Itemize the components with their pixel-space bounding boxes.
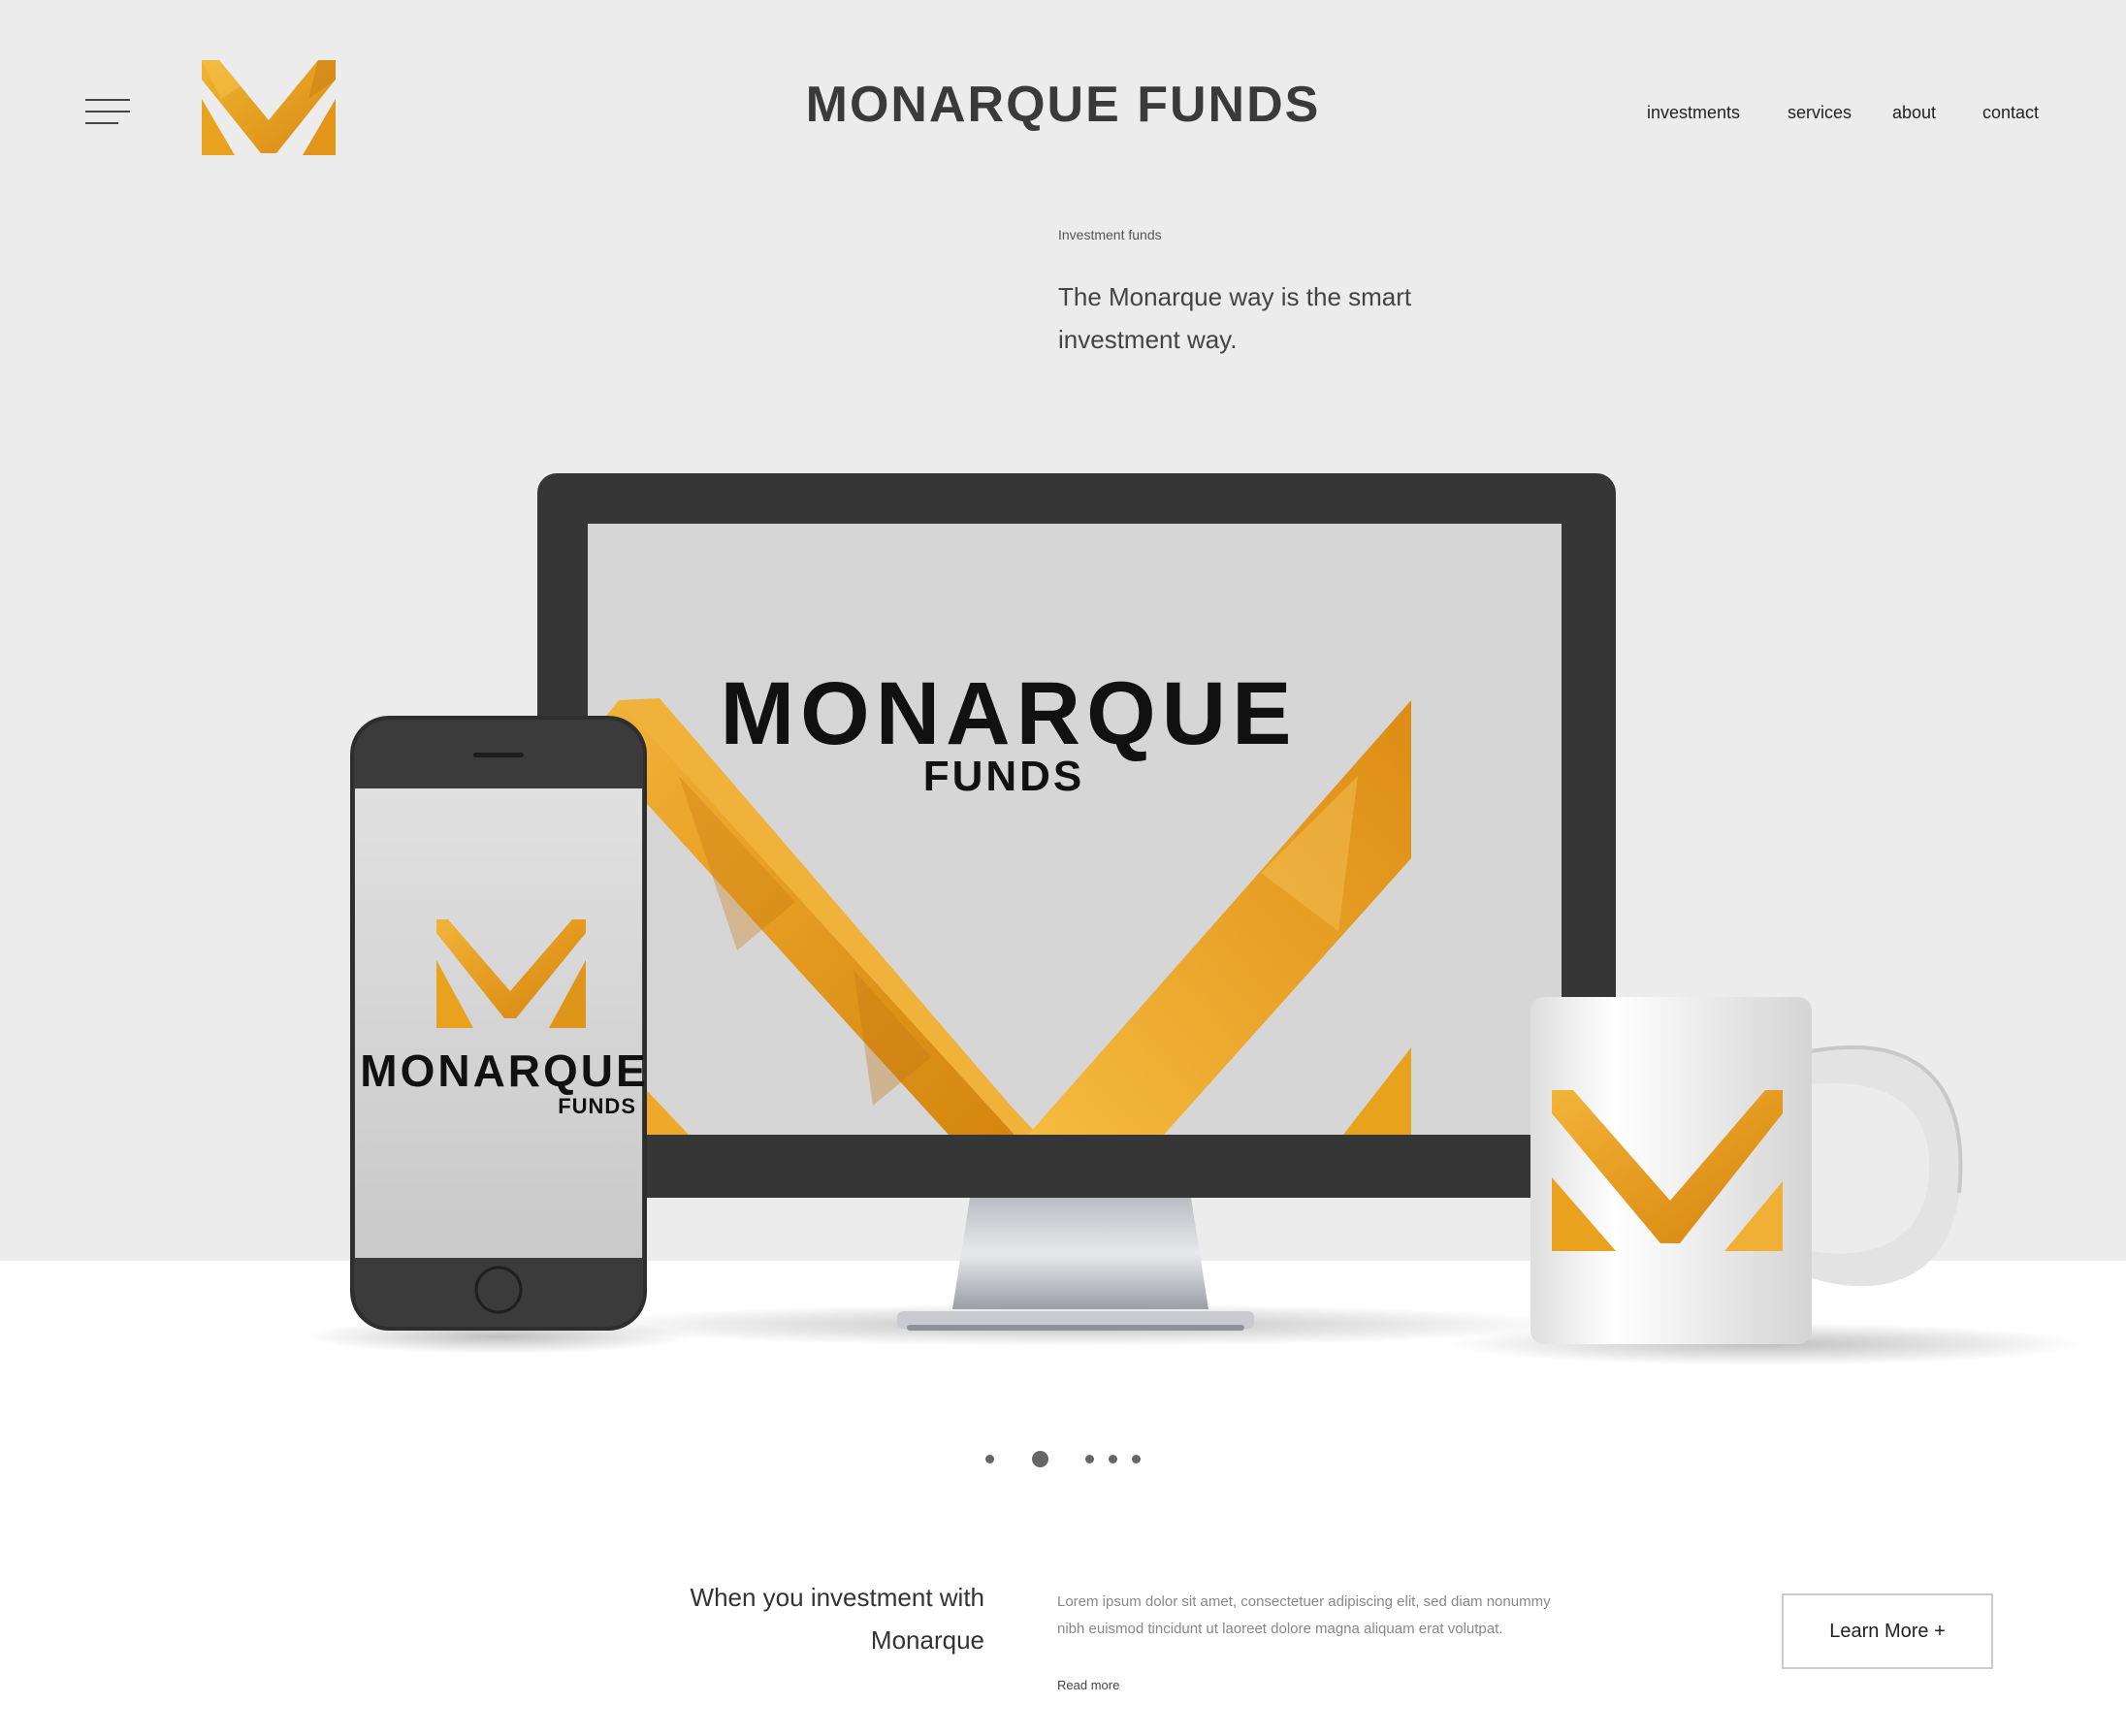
monitor-subword: FUNDS [923, 753, 1085, 800]
phone-wordmark: MONARQUE [360, 1045, 648, 1096]
section-heading: When you investment with Monarque [690, 1583, 984, 1655]
carousel-dot[interactable] [1132, 1455, 1141, 1463]
phone-subword: FUNDS [558, 1094, 636, 1118]
read-more-link[interactable]: Read more [1057, 1678, 1119, 1692]
carousel-dot[interactable] [1109, 1455, 1117, 1463]
monitor-wordmark: MONARQUE [721, 664, 1298, 763]
carousel-dot[interactable] [985, 1455, 994, 1463]
carousel-dot[interactable] [1085, 1455, 1094, 1463]
learn-more-button[interactable]: Learn More + [1782, 1593, 1993, 1669]
device-mockup-image: MONARQUE FUNDS MONARQUE FUNDS [306, 473, 2085, 1366]
section-body: Lorem ipsum dolor sit amet, consectetuer… [1057, 1593, 1551, 1637]
carousel-dot-active[interactable] [1032, 1451, 1048, 1467]
carousel-dots [0, 1445, 2126, 1474]
